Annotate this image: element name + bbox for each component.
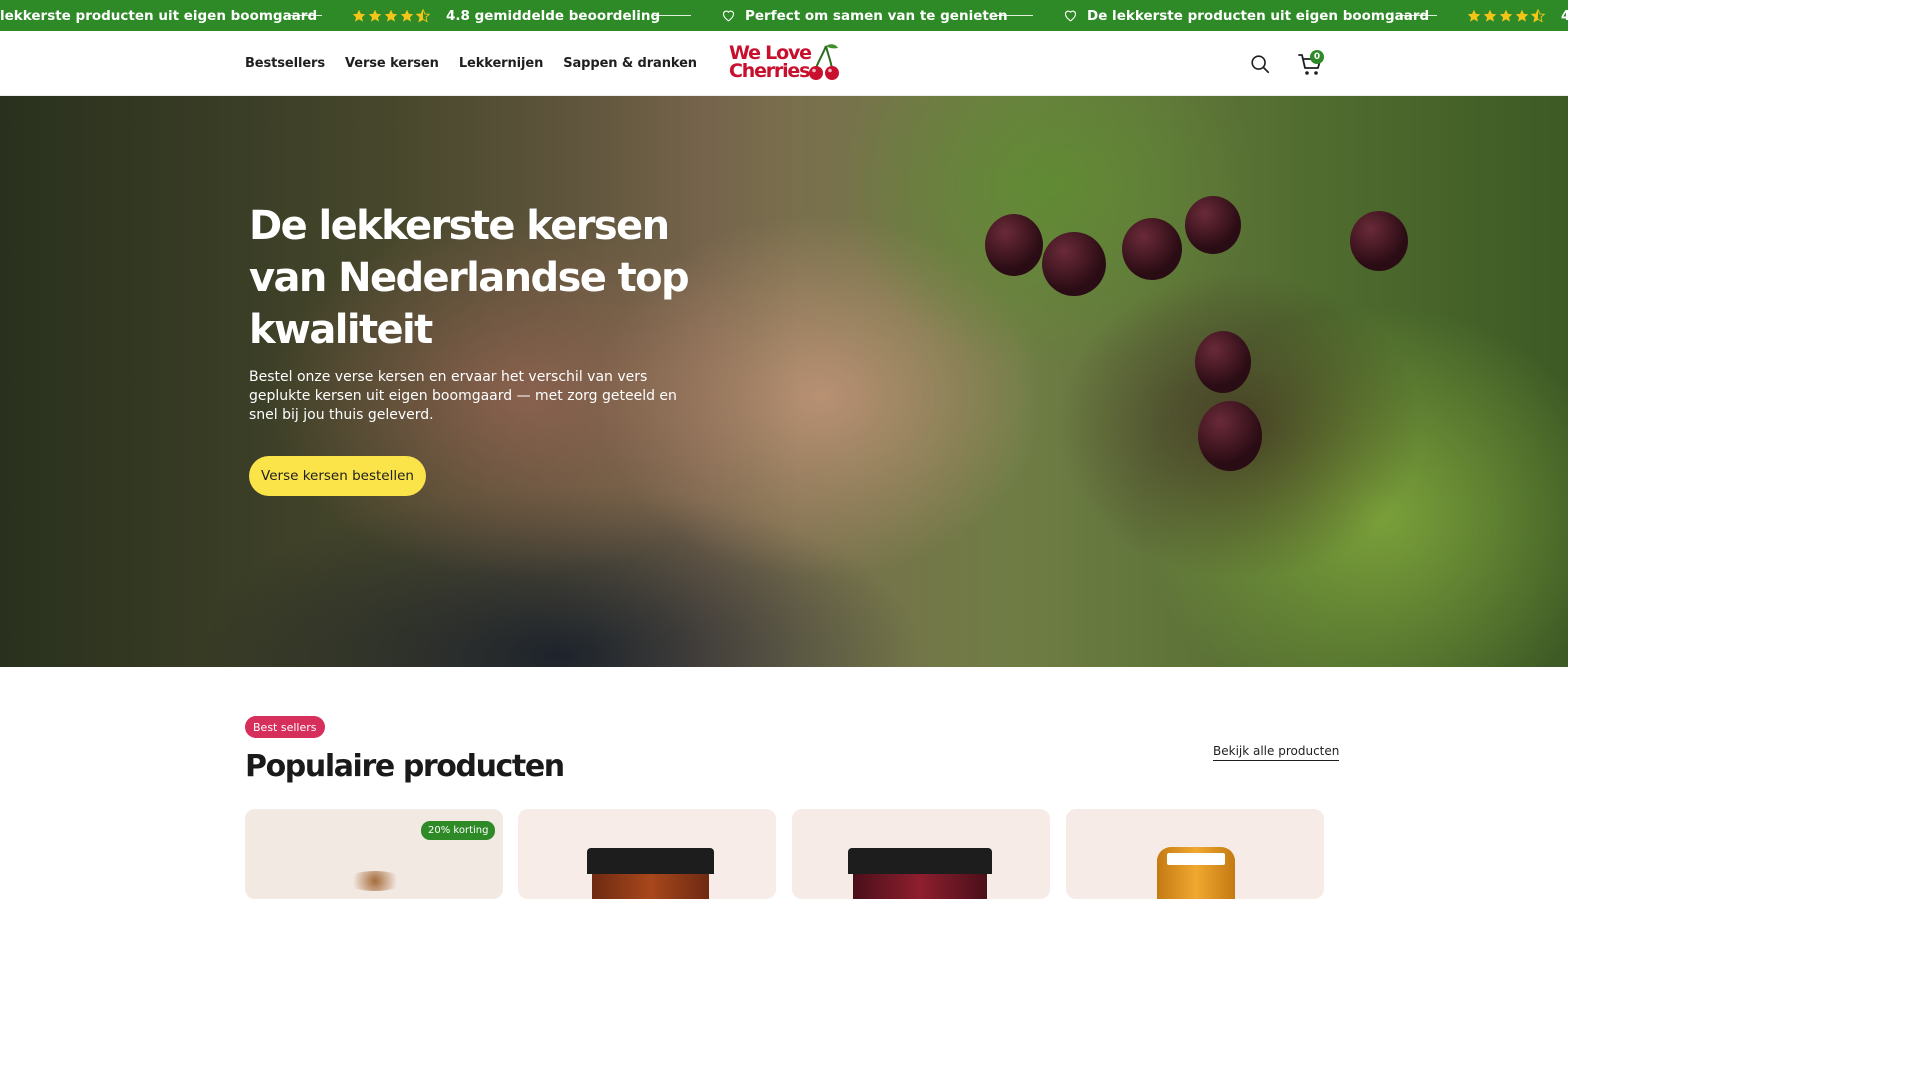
heart-icon [722,10,735,22]
cherry-decoration [1122,218,1182,280]
cherry-decoration [1350,211,1408,271]
nav-item-lekkernijen[interactable]: Lekkernijen [459,56,544,71]
product-image [345,871,405,891]
announcement-item: Perfect om samen van te genieten [721,0,1008,31]
announcement-text: De lekkerste producten uit eigen boomgaa… [1087,7,1430,24]
announcement-item: 4.8 gemiddelde beoordeling [352,0,660,31]
hero-title: De lekkerste kersen van Nederlandse top … [249,203,690,353]
announcement-text: Perfect om samen van te genieten [745,7,1008,24]
discount-badge: 20% korting [421,821,496,840]
announcement-text: 4 [1561,7,1568,24]
logo-text-line2: Cherries [729,60,810,82]
divider [996,15,1033,16]
cherry-decoration [1195,331,1251,393]
cherry-decoration [985,214,1043,276]
announcement-item: lekkerste producten uit eigen boomgaard [0,0,317,31]
divider [285,15,322,16]
announcement-text: lekkerste producten uit eigen boomgaard [0,7,318,24]
hero-banner: De lekkerste kersen van Nederlandse top … [0,96,1568,667]
heart-icon [1064,10,1077,22]
announcement-item: De lekkerste producten uit eigen boomgaa… [1063,0,1429,31]
rating-stars-icon [1467,8,1545,23]
hero-description: Bestel onze verse kersen en ervaar het v… [249,369,677,423]
announcement-item: 4 [1467,0,1568,31]
announcement-text: 4.8 gemiddelde beoordeling [446,7,661,24]
divider [654,15,691,16]
cherry-decoration [1185,196,1241,254]
cherry-decoration [1198,401,1262,471]
logo[interactable]: We Love Cherries [729,42,841,86]
nav-item-verse-kersen[interactable]: Verse kersen [345,56,439,71]
order-cherries-button[interactable]: Verse kersen bestellen [249,456,426,496]
best-sellers-badge: Best sellers [245,716,325,738]
section-title: Populaire producten [245,749,565,784]
main-nav: Bestsellers Verse kersen Lekkernijen Sap… [245,31,697,95]
nav-item-sappen-dranken[interactable]: Sappen & dranken [563,56,697,71]
product-card[interactable] [1066,809,1324,899]
product-card[interactable] [792,809,1050,899]
cherry-icon [809,44,839,80]
product-card[interactable] [518,809,776,899]
view-all-products-link[interactable]: Bekijk alle producten [1213,744,1340,761]
nav-item-bestsellers[interactable]: Bestsellers [245,56,325,71]
search-icon[interactable] [1249,53,1271,75]
rating-stars-icon [352,8,430,23]
divider [1400,15,1437,16]
cherry-decoration [1042,232,1106,296]
site-header: Bestsellers Verse kersen Lekkernijen Sap… [0,31,1568,96]
announcement-bar: lekkerste producten uit eigen boomgaard … [0,0,1568,31]
cart-count-badge: 0 [1310,50,1324,64]
